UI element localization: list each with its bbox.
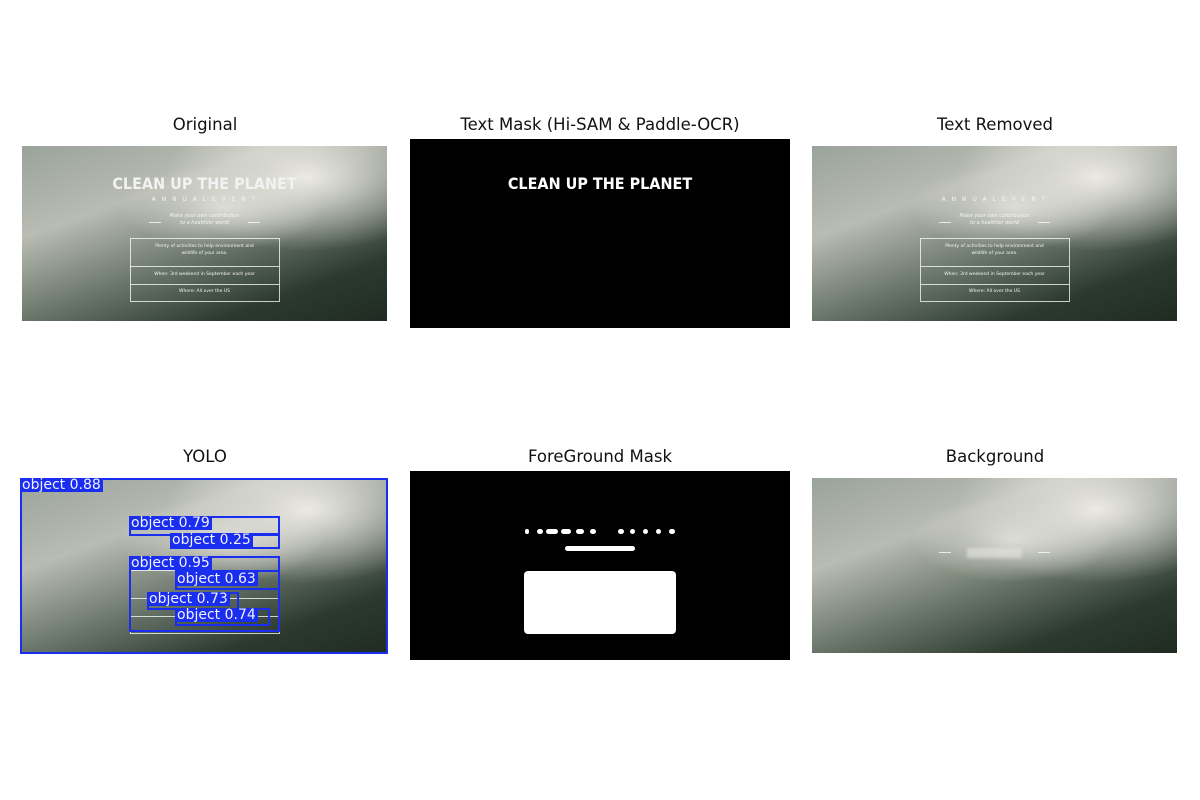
removed-subline: A N N U A L E V E N T — [941, 196, 1048, 203]
text-mask-image: CLEAN UP THE PLANET — [410, 139, 790, 328]
title-yolo: YOLO — [183, 447, 227, 466]
title-foreground-mask: ForeGround Mask — [527, 447, 673, 466]
poster-box1-line1: Plenty of activities to help environment… — [155, 244, 254, 249]
poster-box-divider-1 — [130, 266, 279, 267]
mask-blob — [590, 529, 596, 534]
detection-label-7: object 0.74 — [175, 607, 258, 623]
detection-label-2: object 0.79 — [129, 515, 212, 531]
title-background: Background — [945, 447, 1045, 466]
removed-tagline-2: to a healthier world — [970, 220, 1019, 226]
poster-box2: When: 3rd weekend in September each year — [154, 272, 255, 277]
mask-headline: CLEAN UP THE PLANET — [507, 174, 693, 193]
detection-label-3: object 0.25 — [170, 532, 253, 548]
poster-box-divider-2 — [130, 284, 279, 285]
text-removed-image: A N N U A L E V E N T Make your own cont… — [812, 146, 1177, 321]
title-text-mask: Text Mask (Hi-SAM & Paddle-OCR) — [460, 115, 740, 134]
mask-blob — [576, 529, 584, 534]
foreground-mask-image — [410, 471, 790, 660]
background-divider-left — [939, 552, 951, 553]
removed-box1-line2: wildlife of your area. — [971, 251, 1018, 256]
mask-blob — [669, 529, 675, 534]
mask-region — [524, 571, 676, 634]
detection-label-1: object 0.88 — [20, 478, 103, 493]
removed-box3: Where: All over the US — [969, 289, 1020, 294]
mask-blob — [643, 529, 648, 534]
title-text-removed: Text Removed — [936, 115, 1054, 134]
poster-box3: Where: All over the US — [179, 289, 230, 294]
removed-box-divider-1 — [920, 266, 1069, 267]
mask-blob — [630, 529, 635, 534]
detection-label-5: object 0.63 — [175, 571, 258, 587]
mask-blob — [537, 529, 543, 534]
removed-box-divider-2 — [920, 284, 1069, 285]
poster-subline: A N N U A L E V E N T — [151, 196, 258, 203]
mask-blob — [618, 529, 624, 534]
original-image: CLEAN UP THE PLANET A N N U A L E V E N … — [22, 146, 387, 321]
mask-blob — [656, 529, 661, 534]
removed-tagline-1: Make your own contribution — [959, 213, 1030, 219]
yolo-image: object 0.88 object 0.79 object 0.25 obje… — [20, 478, 388, 654]
background-image — [812, 478, 1177, 653]
poster-tagline-1: Make your own contribution — [169, 213, 240, 219]
poster-box1-line2: wildlife of your area. — [181, 251, 228, 256]
poster-headline: CLEAN UP THE PLANET — [112, 174, 297, 193]
detection-label-4: object 0.95 — [129, 555, 212, 571]
poster-tagline-2: to a healthier world — [180, 220, 229, 226]
detection-label-6: object 0.73 — [147, 591, 230, 607]
removed-box2: When: 3rd weekend in September each year — [944, 272, 1045, 277]
title-original: Original — [172, 115, 238, 134]
background-divider-right — [1038, 552, 1050, 553]
mask-blob — [565, 546, 635, 551]
background-smudge — [967, 548, 1022, 558]
removed-box1-line1: Plenty of activities to help environment… — [945, 244, 1044, 249]
mask-blob — [561, 529, 571, 534]
mask-blob — [525, 529, 529, 534]
mask-blob — [546, 529, 558, 534]
